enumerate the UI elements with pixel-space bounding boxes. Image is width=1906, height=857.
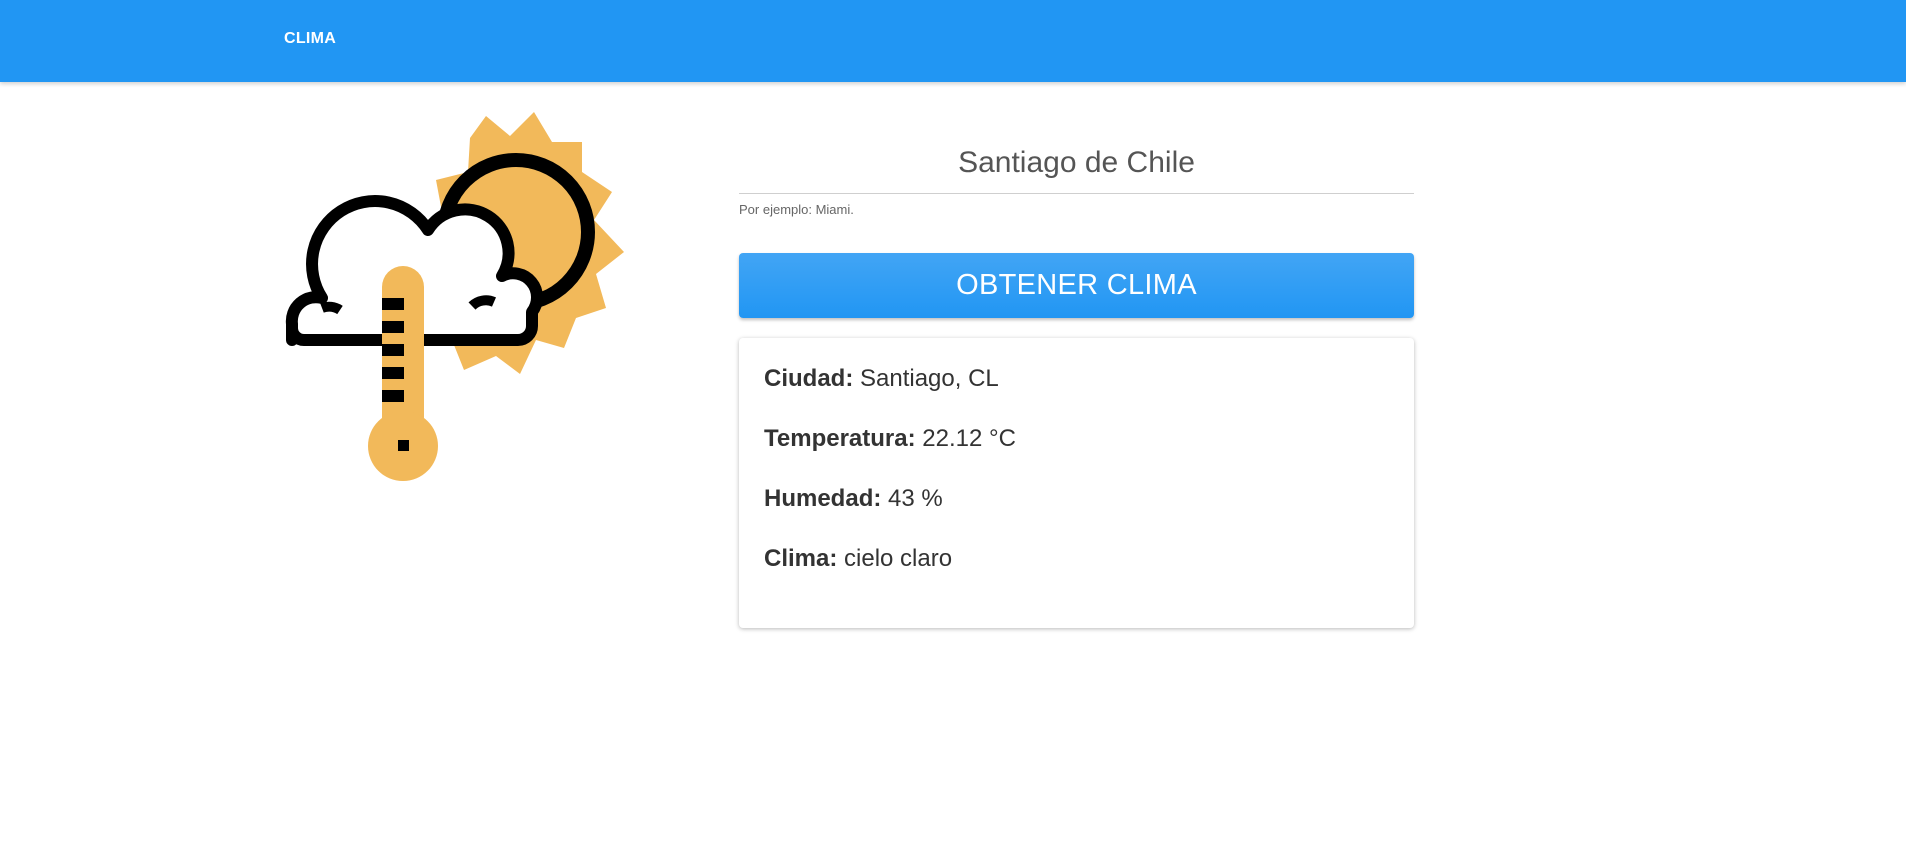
- weather-cloud-sun-thermometer-icon: [285, 112, 624, 481]
- top-navbar: CLIMA: [0, 0, 1906, 82]
- city-input-helper: Por ejemplo: Miami.: [739, 202, 854, 217]
- weather-value: cielo claro: [844, 545, 953, 572]
- humidity-row: Humedad: 43 %: [764, 484, 1389, 544]
- brand-link[interactable]: CLIMA: [284, 30, 336, 48]
- city-label: Ciudad:: [764, 365, 854, 392]
- search-form: Por ejemplo: Miami. OBTENER CLIMA: [739, 132, 1414, 318]
- weather-illustration: [264, 112, 644, 492]
- weather-label: Clima:: [764, 545, 838, 572]
- city-value: Santiago, CL: [860, 365, 999, 392]
- temperature-row: Temperatura: 22.12 °C: [764, 424, 1389, 484]
- temperature-value: 22.12 °C: [922, 425, 1016, 452]
- temperature-label: Temperatura:: [764, 425, 916, 452]
- humidity-label: Humedad:: [764, 485, 882, 512]
- city-row: Ciudad: Santiago, CL: [764, 364, 1389, 424]
- weather-result-card: Ciudad: Santiago, CL Temperatura: 22.12 …: [739, 338, 1414, 628]
- weather-row: Clima: cielo claro: [764, 544, 1389, 604]
- humidity-value: 43 %: [888, 485, 943, 512]
- get-weather-button[interactable]: OBTENER CLIMA: [739, 253, 1414, 318]
- city-input[interactable]: [739, 132, 1414, 194]
